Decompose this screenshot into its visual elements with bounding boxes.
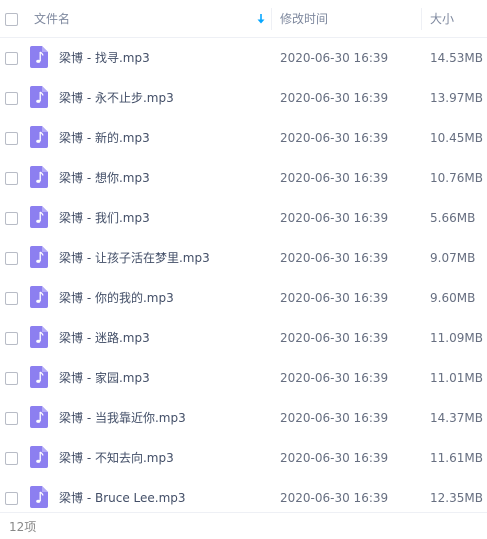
music-file-icon (30, 326, 48, 348)
column-divider[interactable] (421, 8, 422, 30)
file-row[interactable]: 梁博 - 你的我的.mp3 2020-06-30 16:39 9.60MB (0, 278, 487, 318)
modified-time: 2020-06-30 16:39 (280, 331, 389, 345)
file-row[interactable]: 梁博 - 不知去向.mp3 2020-06-30 16:39 11.61MB (0, 438, 487, 478)
column-header-time[interactable]: 修改时间 (280, 12, 328, 26)
file-size: 14.37MB (430, 411, 483, 425)
file-name[interactable]: 梁博 - 家园.mp3 (59, 371, 150, 385)
file-name[interactable]: 梁博 - 我们.mp3 (59, 211, 150, 225)
file-size: 11.61MB (430, 451, 483, 465)
modified-time: 2020-06-30 16:39 (280, 171, 389, 185)
file-size: 11.01MB (430, 371, 483, 385)
music-file-icon (30, 366, 48, 388)
file-name[interactable]: 梁博 - 迷路.mp3 (59, 331, 150, 345)
file-row[interactable]: 梁博 - 家园.mp3 2020-06-30 16:39 11.01MB (0, 358, 487, 398)
row-checkbox[interactable] (5, 332, 18, 345)
list-header: 文件名 修改时间 大小 (0, 0, 487, 38)
music-file-icon (30, 126, 48, 148)
row-checkbox[interactable] (5, 52, 18, 65)
modified-time: 2020-06-30 16:39 (280, 291, 389, 305)
modified-time: 2020-06-30 16:39 (280, 91, 389, 105)
modified-time: 2020-06-30 16:39 (280, 411, 389, 425)
file-row[interactable]: 梁博 - 迷路.mp3 2020-06-30 16:39 11.09MB (0, 318, 487, 358)
file-name[interactable]: 梁博 - 你的我的.mp3 (59, 291, 174, 305)
modified-time: 2020-06-30 16:39 (280, 491, 389, 505)
row-checkbox[interactable] (5, 92, 18, 105)
file-size: 10.45MB (430, 131, 483, 145)
file-name[interactable]: 梁博 - 不知去向.mp3 (59, 451, 174, 465)
row-checkbox[interactable] (5, 172, 18, 185)
file-size: 13.97MB (430, 91, 483, 105)
file-size: 9.07MB (430, 251, 476, 265)
music-file-icon (30, 486, 48, 508)
music-file-icon (30, 86, 48, 108)
file-name[interactable]: 梁博 - 想你.mp3 (59, 171, 150, 185)
file-size: 10.76MB (430, 171, 483, 185)
file-name[interactable]: 梁博 - 让孩子活在梦里.mp3 (59, 251, 210, 265)
music-file-icon (30, 46, 48, 68)
file-name[interactable]: 梁博 - Bruce Lee.mp3 (59, 491, 186, 505)
modified-time: 2020-06-30 16:39 (280, 371, 389, 385)
file-name[interactable]: 梁博 - 当我靠近你.mp3 (59, 411, 186, 425)
row-checkbox[interactable] (5, 132, 18, 145)
row-checkbox[interactable] (5, 212, 18, 225)
item-count: 12项 (9, 520, 37, 534)
music-file-icon (30, 446, 48, 468)
row-checkbox[interactable] (5, 372, 18, 385)
music-file-icon (30, 286, 48, 308)
column-divider[interactable] (271, 8, 272, 30)
file-row[interactable]: 梁博 - 想你.mp3 2020-06-30 16:39 10.76MB (0, 158, 487, 198)
row-checkbox[interactable] (5, 492, 18, 505)
row-checkbox[interactable] (5, 292, 18, 305)
sort-down-arrow-icon[interactable] (255, 11, 267, 27)
modified-time: 2020-06-30 16:39 (280, 451, 389, 465)
modified-time: 2020-06-30 16:39 (280, 51, 389, 65)
column-header-name[interactable]: 文件名 (34, 12, 70, 26)
file-row[interactable]: 梁博 - 永不止步.mp3 2020-06-30 16:39 13.97MB (0, 78, 487, 118)
file-name[interactable]: 梁博 - 永不止步.mp3 (59, 91, 174, 105)
modified-time: 2020-06-30 16:39 (280, 131, 389, 145)
file-size: 14.53MB (430, 51, 483, 65)
music-file-icon (30, 406, 48, 428)
music-file-icon (30, 166, 48, 188)
modified-time: 2020-06-30 16:39 (280, 251, 389, 265)
modified-time: 2020-06-30 16:39 (280, 211, 389, 225)
select-all-checkbox[interactable] (5, 13, 18, 26)
file-size: 12.35MB (430, 491, 483, 505)
music-file-icon (30, 206, 48, 228)
row-checkbox[interactable] (5, 452, 18, 465)
file-row[interactable]: 梁博 - 找寻.mp3 2020-06-30 16:39 14.53MB (0, 38, 487, 78)
music-file-icon (30, 246, 48, 268)
file-name[interactable]: 梁博 - 新的.mp3 (59, 131, 150, 145)
file-row[interactable]: 梁博 - 当我靠近你.mp3 2020-06-30 16:39 14.37MB (0, 398, 487, 438)
file-name[interactable]: 梁博 - 找寻.mp3 (59, 51, 150, 65)
file-row[interactable]: 梁博 - 新的.mp3 2020-06-30 16:39 10.45MB (0, 118, 487, 158)
row-checkbox[interactable] (5, 252, 18, 265)
status-bar: 12项 (0, 512, 487, 539)
column-header-size[interactable]: 大小 (430, 12, 454, 26)
file-size: 11.09MB (430, 331, 483, 345)
file-row[interactable]: 梁博 - 我们.mp3 2020-06-30 16:39 5.66MB (0, 198, 487, 238)
file-row[interactable]: 梁博 - 让孩子活在梦里.mp3 2020-06-30 16:39 9.07MB (0, 238, 487, 278)
file-size: 5.66MB (430, 211, 476, 225)
row-checkbox[interactable] (5, 412, 18, 425)
file-size: 9.60MB (430, 291, 476, 305)
